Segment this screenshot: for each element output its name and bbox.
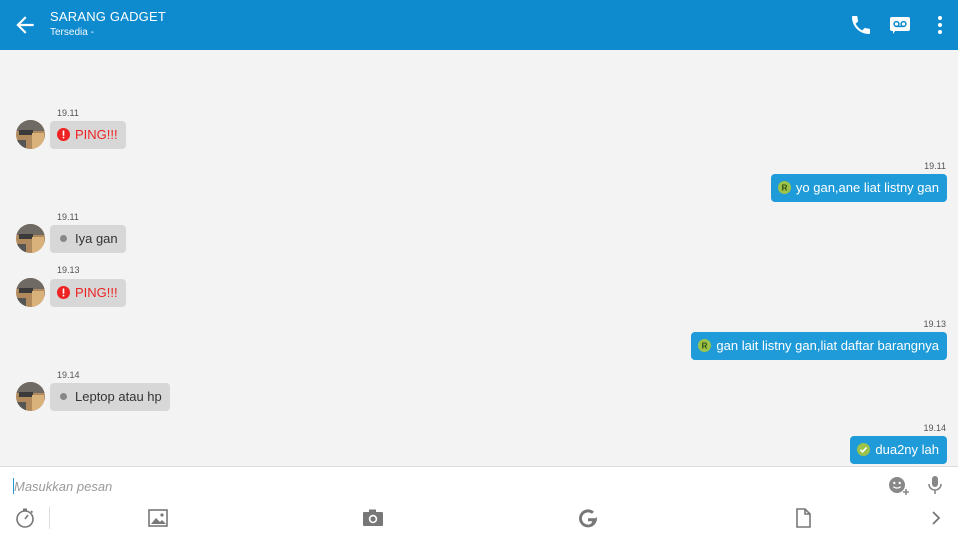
message-time: 19.13	[923, 319, 946, 329]
gallery-icon[interactable]	[147, 507, 169, 529]
incoming-message[interactable]: Iya gan	[50, 225, 126, 253]
message-text: PING!!!	[75, 285, 118, 300]
message-input[interactable]	[12, 475, 874, 497]
file-icon[interactable]	[792, 507, 814, 529]
message-time: 19.13	[57, 265, 80, 275]
text-cursor	[13, 478, 14, 494]
message-text: yo gan,ane liat listny gan	[795, 180, 939, 195]
camera-icon[interactable]	[362, 507, 384, 529]
chat-title[interactable]: SARANG GADGET	[50, 9, 166, 24]
svg-text:R: R	[702, 342, 708, 351]
outgoing-message[interactable]: R gan lait listny gan,liat daftar barang…	[691, 332, 947, 360]
read-r-icon: R	[698, 339, 712, 352]
message-time: 19.14	[923, 423, 946, 433]
incoming-message[interactable]: Leptop atau hp	[50, 383, 170, 411]
emoji-add-icon[interactable]	[888, 474, 910, 496]
message-time: 19.11	[57, 212, 79, 222]
delivered-check-icon	[857, 443, 871, 456]
app-bar: SARANG GADGET Tersedia -	[0, 0, 958, 50]
message-text: Iya gan	[75, 231, 118, 246]
timer-icon[interactable]	[14, 507, 36, 529]
svg-text:R: R	[782, 184, 788, 193]
google-icon[interactable]	[577, 507, 599, 529]
avatar[interactable]	[16, 120, 45, 149]
message-time: 19.11	[57, 108, 79, 118]
outgoing-message[interactable]: dua2ny lah	[850, 436, 947, 464]
avatar[interactable]	[16, 224, 45, 253]
outgoing-message[interactable]: R yo gan,ane liat listny gan	[770, 174, 947, 202]
contact-status: Tersedia -	[50, 27, 94, 38]
voicemail-icon[interactable]	[888, 13, 912, 37]
phone-icon[interactable]	[849, 13, 873, 37]
message-text: dua2ny lah	[875, 442, 939, 457]
incoming-message[interactable]: PING!!!	[50, 279, 126, 307]
arrow-left-icon[interactable]	[12, 12, 38, 38]
avatar[interactable]	[16, 382, 45, 411]
message-text: gan lait listny gan,liat daftar barangny…	[716, 338, 939, 353]
dot-icon	[60, 393, 67, 400]
avatar[interactable]	[16, 278, 45, 307]
read-r-icon: R	[777, 181, 791, 194]
conversation-view[interactable]: 19.11 PING!!! 19.11 R yo gan,ane liat li…	[0, 50, 958, 466]
incoming-message[interactable]: PING!!!	[50, 121, 126, 149]
microphone-icon[interactable]	[924, 474, 946, 496]
message-text: Leptop atau hp	[75, 389, 162, 404]
chevron-right-icon[interactable]	[925, 507, 947, 529]
dot-icon	[60, 235, 67, 242]
ping-alert-icon	[57, 128, 70, 141]
message-text: PING!!!	[75, 127, 118, 142]
toolbar-divider	[49, 507, 50, 529]
composer-bar	[0, 466, 958, 537]
ping-alert-icon	[57, 286, 70, 299]
message-time: 19.11	[924, 161, 946, 171]
message-time: 19.14	[57, 370, 80, 380]
more-vertical-icon[interactable]	[928, 13, 952, 37]
